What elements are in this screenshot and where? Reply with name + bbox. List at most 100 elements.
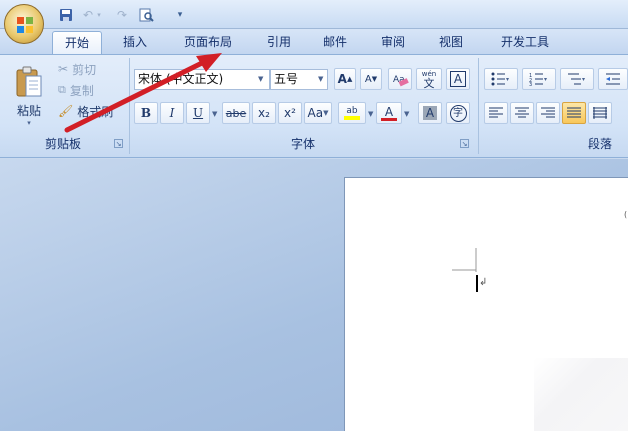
align-left-icon [489,107,503,118]
redo-icon[interactable]: ↷ [114,7,130,23]
text-cursor [476,275,478,292]
italic-button[interactable]: I [160,102,184,124]
decrease-indent-icon [606,73,620,85]
clipboard-group-label: 剪贴板 [44,137,81,151]
multilevel-list-button[interactable]: ▾ [560,68,594,90]
bold-button[interactable]: B [134,102,158,124]
font-color-bar [381,117,397,121]
align-center-button[interactable] [510,102,534,124]
blur-overlay [534,358,628,431]
distributed-button[interactable] [588,102,612,124]
align-center-icon [515,107,529,118]
align-right-icon [541,107,555,118]
font-name-combo[interactable]: 宋体 (中文正文) [134,69,270,90]
font-name-dropdown-icon[interactable]: ▼ [258,75,263,83]
paintbrush-icon: 🖌 [58,104,74,118]
paste-button[interactable]: 粘贴 ▾ [10,60,48,132]
underline-button[interactable]: U [186,102,210,124]
tab-view[interactable]: 视图 [428,31,474,54]
justify-button[interactable] [562,102,586,124]
svg-text:▾: ▾ [582,76,585,83]
clipboard-icon [16,66,42,97]
cut-button[interactable]: ✂ 剪切 [58,60,128,78]
numbering-button[interactable]: 1 2 3 ▾ [522,68,556,90]
strikethrough-button[interactable]: abe [222,102,250,124]
highlight-color-bar [344,116,360,120]
grow-font-label: A [337,72,347,86]
clear-format-button[interactable]: Aa [388,68,412,90]
tab-home[interactable]: 开始 [52,31,102,54]
font-group-label: 字体 [290,137,315,151]
scissors-icon: ✂ [58,62,69,76]
change-case-button[interactable]: Aa ▼ [304,102,332,124]
shrink-font-button[interactable]: A ▼ [360,68,382,90]
print-preview-icon[interactable] [138,7,154,23]
cut-label: 剪切 [72,62,97,77]
highlight-button[interactable]: ab [338,102,366,124]
font-color-button[interactable]: A [376,102,402,124]
paste-label: 粘贴 [16,104,41,118]
enclose-char-label: 字 [449,104,467,122]
undo-dropdown-icon[interactable]: ▾ [94,7,104,23]
align-left-button[interactable] [484,102,508,124]
format-painter-label: 格式刷 [77,104,114,119]
shrink-font-icon: ▼ [371,75,378,83]
save-icon[interactable] [58,7,74,23]
enclose-char-button[interactable]: 字 [446,102,470,124]
tab-mailings[interactable]: 邮件 [312,31,358,54]
highlight-label: ab [346,106,358,116]
phonetic-guide-button[interactable]: wén 文 [416,68,442,90]
grow-font-icon: ▲ [346,75,353,83]
bullets-button[interactable]: ▾ [484,68,518,90]
grow-font-button[interactable]: A ▲ [334,68,356,90]
scroll-marker-icon: ( [624,210,628,219]
tab-insert[interactable]: 插入 [112,31,158,54]
paste-dropdown-icon: ▾ [27,119,31,127]
copy-button[interactable]: ⧉ 复制 [58,81,128,99]
customize-toolbar-icon[interactable]: ▾ [172,7,188,23]
svg-text:3: 3 [529,82,532,86]
svg-text:▾: ▾ [506,76,509,83]
char-shading-label: A [422,106,438,120]
margin-corner-mark-icon [452,248,477,272]
change-case-label: Aa [307,106,324,120]
office-logo-icon [17,17,33,33]
tab-review[interactable]: 审阅 [370,31,416,54]
subscript-button[interactable]: x₂ [252,102,276,124]
shrink-font-label: A [364,73,372,85]
phonetic-char-label: 文 [423,77,435,90]
bullets-icon: ▾ [491,72,509,86]
group-divider [478,58,479,154]
underline-dropdown-icon[interactable]: ▼ [212,110,217,118]
tab-references[interactable]: 引用 [256,31,302,54]
paragraph-mark-icon: ↲ [479,277,488,288]
format-painter-button[interactable]: 🖌 格式刷 [58,102,128,120]
align-right-button[interactable] [536,102,560,124]
office-button[interactable] [4,4,44,44]
font-color-label: A [384,104,394,119]
copy-label: 复制 [69,83,94,98]
numbering-icon: 123▾ [529,73,547,86]
clipboard-launcher-icon[interactable]: ↘ [114,139,123,148]
char-border-label: A [449,71,467,87]
superscript-button[interactable]: x² [278,102,302,124]
font-name-value: 宋体 (中文正文) [138,72,224,86]
multilevel-list-icon: ▾ [568,73,585,85]
decrease-indent-button[interactable] [598,68,628,90]
copy-icon: ⧉ [58,83,66,96]
font-launcher-icon[interactable]: ↘ [460,139,469,148]
tab-developer[interactable]: 开发工具 [490,31,560,54]
justify-icon [567,107,581,118]
svg-text:▾: ▾ [544,76,547,83]
clear-format-icon: Aa [393,75,409,87]
char-shading-button[interactable]: A [418,102,442,124]
font-size-dropdown-icon[interactable]: ▼ [318,75,323,83]
change-case-dropdown-icon: ▼ [323,109,329,117]
paragraph-group-label: 段落 [587,137,612,151]
char-border-button[interactable]: A [446,68,470,90]
tab-page-layout[interactable]: 页面布局 [170,31,246,54]
highlight-dropdown-icon[interactable]: ▼ [368,110,373,118]
font-size-value: 五号 [274,72,299,86]
font-color-dropdown-icon[interactable]: ▼ [404,110,409,118]
distributed-icon [593,107,607,119]
